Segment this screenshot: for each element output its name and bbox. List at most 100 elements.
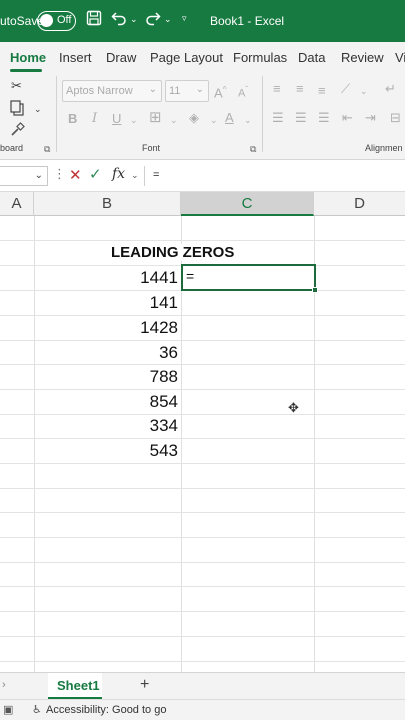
grid-line — [0, 586, 405, 587]
font-size-value: 11 — [169, 85, 181, 97]
align-top-icon[interactable]: ≡ — [273, 82, 281, 96]
confirm-entry-icon[interactable]: ✓ — [89, 165, 102, 183]
italic-icon[interactable]: I — [92, 112, 97, 126]
grid-line — [0, 537, 405, 538]
column-header-c[interactable]: C — [181, 192, 314, 216]
decrease-indent-icon[interactable]: ⇤ — [342, 111, 353, 125]
align-bottom-icon[interactable]: ≡ — [318, 84, 326, 98]
font-name-value: Aptos Narrow — [66, 85, 133, 97]
autosave-toggle[interactable]: Off — [37, 11, 76, 31]
accessibility-status[interactable]: Accessibility: Good to go — [46, 704, 166, 716]
font-name-dropdown[interactable]: Aptos Narrow ⌄ — [62, 80, 162, 102]
orientation-dropdown-chevron-icon[interactable]: ⌄ — [360, 84, 368, 98]
customize-toolbar-icon[interactable]: ▿ — [182, 13, 187, 24]
orientation-icon[interactable]: ⟋ — [341, 82, 350, 96]
ribbon-tabs: Home Insert Draw Page Layout Formulas Da… — [0, 42, 405, 72]
tab-draw[interactable]: Draw — [106, 50, 136, 65]
borders-dropdown-chevron-icon[interactable]: ⌄ — [170, 113, 178, 127]
fx-dropdown-chevron-icon[interactable]: ⌄ — [131, 170, 139, 181]
document-title: Book1 - Excel — [210, 14, 285, 28]
redo-dropdown-chevron-icon[interactable]: ⌄ — [164, 14, 172, 25]
ribbon-separator — [56, 76, 57, 152]
grid-line — [0, 463, 405, 464]
align-center-icon[interactable]: ☰ — [295, 111, 307, 125]
brush-icon[interactable] — [10, 122, 25, 140]
align-left-icon[interactable]: ☰ — [272, 111, 284, 125]
scissors-icon[interactable]: ✂ — [11, 79, 22, 93]
name-box[interactable]: ⌄ — [0, 166, 48, 186]
chevron-down-icon: ⌄ — [34, 170, 43, 181]
borders-icon[interactable]: ⊞ — [149, 110, 162, 125]
align-middle-icon[interactable]: ≡ — [296, 82, 304, 96]
group-label-clipboard: board — [0, 143, 24, 153]
cell-value[interactable]: 334 — [100, 416, 178, 436]
grid-line — [0, 315, 405, 316]
increase-font-size-icon[interactable]: A^ — [214, 83, 226, 100]
font-color-icon[interactable]: A — [225, 111, 234, 125]
active-cell[interactable]: = — [181, 264, 318, 293]
tab-home[interactable]: Home — [10, 50, 46, 65]
add-sheet-button[interactable]: + — [140, 676, 149, 694]
copy-dropdown-chevron-icon[interactable]: ⌄ — [34, 102, 42, 116]
column-header-d[interactable]: D — [314, 192, 405, 216]
font-color-dropdown-chevron-icon[interactable]: ⌄ — [244, 113, 252, 127]
cell-value[interactable]: 36 — [100, 343, 178, 363]
wrap-text-icon[interactable]: ↵ — [385, 82, 396, 96]
underline-dropdown-chevron-icon[interactable]: ⌄ — [130, 113, 138, 127]
grid-line — [0, 364, 405, 365]
cell-value[interactable]: 1441 — [100, 268, 178, 288]
tab-view[interactable]: Vi — [395, 50, 405, 65]
grid-line — [0, 488, 405, 489]
grid-line — [0, 512, 405, 513]
save-icon[interactable] — [86, 10, 102, 32]
grid-line — [34, 216, 35, 672]
accessibility-icon[interactable]: ♿ — [32, 703, 42, 716]
macro-recording-icon[interactable]: ▣ — [3, 703, 13, 716]
copy-icon[interactable] — [9, 100, 25, 119]
align-right-icon[interactable]: ☰ — [318, 111, 330, 125]
column-header-a[interactable]: A — [0, 192, 34, 216]
grid-line — [0, 414, 405, 415]
cancel-entry-icon[interactable]: ✕ — [69, 166, 82, 184]
tab-formulas[interactable]: Formulas — [233, 50, 287, 65]
decrease-font-size-icon[interactable]: Aˇ — [238, 83, 248, 101]
cell-header-leading-zeros[interactable]: LEADING ZEROS — [111, 244, 235, 261]
cell-value[interactable]: 141 — [100, 293, 178, 313]
undo-dropdown-chevron-icon[interactable]: ⌄ — [130, 14, 138, 25]
grid-line — [0, 562, 405, 563]
sheet-tab-sheet1[interactable]: Sheet1 — [48, 673, 102, 699]
tab-data[interactable]: Data — [298, 50, 325, 65]
font-launcher-icon[interactable]: ⧉ — [250, 144, 256, 155]
cell-value[interactable]: 854 — [100, 392, 178, 412]
cell-value[interactable]: 543 — [100, 441, 178, 461]
cell-value[interactable]: 788 — [100, 367, 178, 387]
ribbon-separator — [262, 76, 263, 152]
tab-page-layout[interactable]: Page Layout — [150, 50, 223, 65]
grid-line — [0, 240, 405, 241]
redo-icon[interactable] — [145, 10, 161, 32]
underline-icon[interactable]: U — [112, 112, 121, 126]
sheet-nav-chevron-icon[interactable]: › — [2, 679, 6, 691]
insert-function-icon[interactable]: fx — [112, 166, 125, 182]
grid-line — [0, 340, 405, 341]
title-bar: utoSave Off ⌄ ⌄ ▿ Book1 - Excel — [0, 0, 405, 42]
increase-indent-icon[interactable]: ⇥ — [365, 111, 376, 125]
fill-color-dropdown-chevron-icon[interactable]: ⌄ — [210, 113, 218, 127]
tab-insert[interactable]: Insert — [59, 50, 92, 65]
cell-value[interactable]: 1428 — [100, 318, 178, 338]
font-size-dropdown[interactable]: 11 ⌄ — [165, 80, 209, 102]
tab-review[interactable]: Review — [341, 50, 384, 65]
column-header-b[interactable]: B — [34, 192, 181, 216]
undo-icon[interactable] — [111, 10, 127, 32]
merge-center-icon[interactable]: ⊟ — [390, 111, 401, 125]
status-bar: ▣ ♿ Accessibility: Good to go — [0, 699, 405, 720]
worksheet-grid[interactable]: LEADING ZEROS 1441 141 1428 36 788 854 3… — [0, 216, 405, 672]
fill-handle[interactable] — [312, 287, 318, 293]
fill-color-icon[interactable]: ◈ — [189, 111, 199, 125]
clipboard-launcher-icon[interactable]: ⧉ — [44, 144, 50, 155]
more-options-icon[interactable]: ⋮ — [53, 166, 66, 182]
formula-input[interactable]: = — [144, 166, 405, 186]
grid-line — [0, 636, 405, 637]
bold-icon[interactable]: B — [68, 112, 77, 126]
group-label-alignment: Alignmen — [365, 143, 403, 153]
